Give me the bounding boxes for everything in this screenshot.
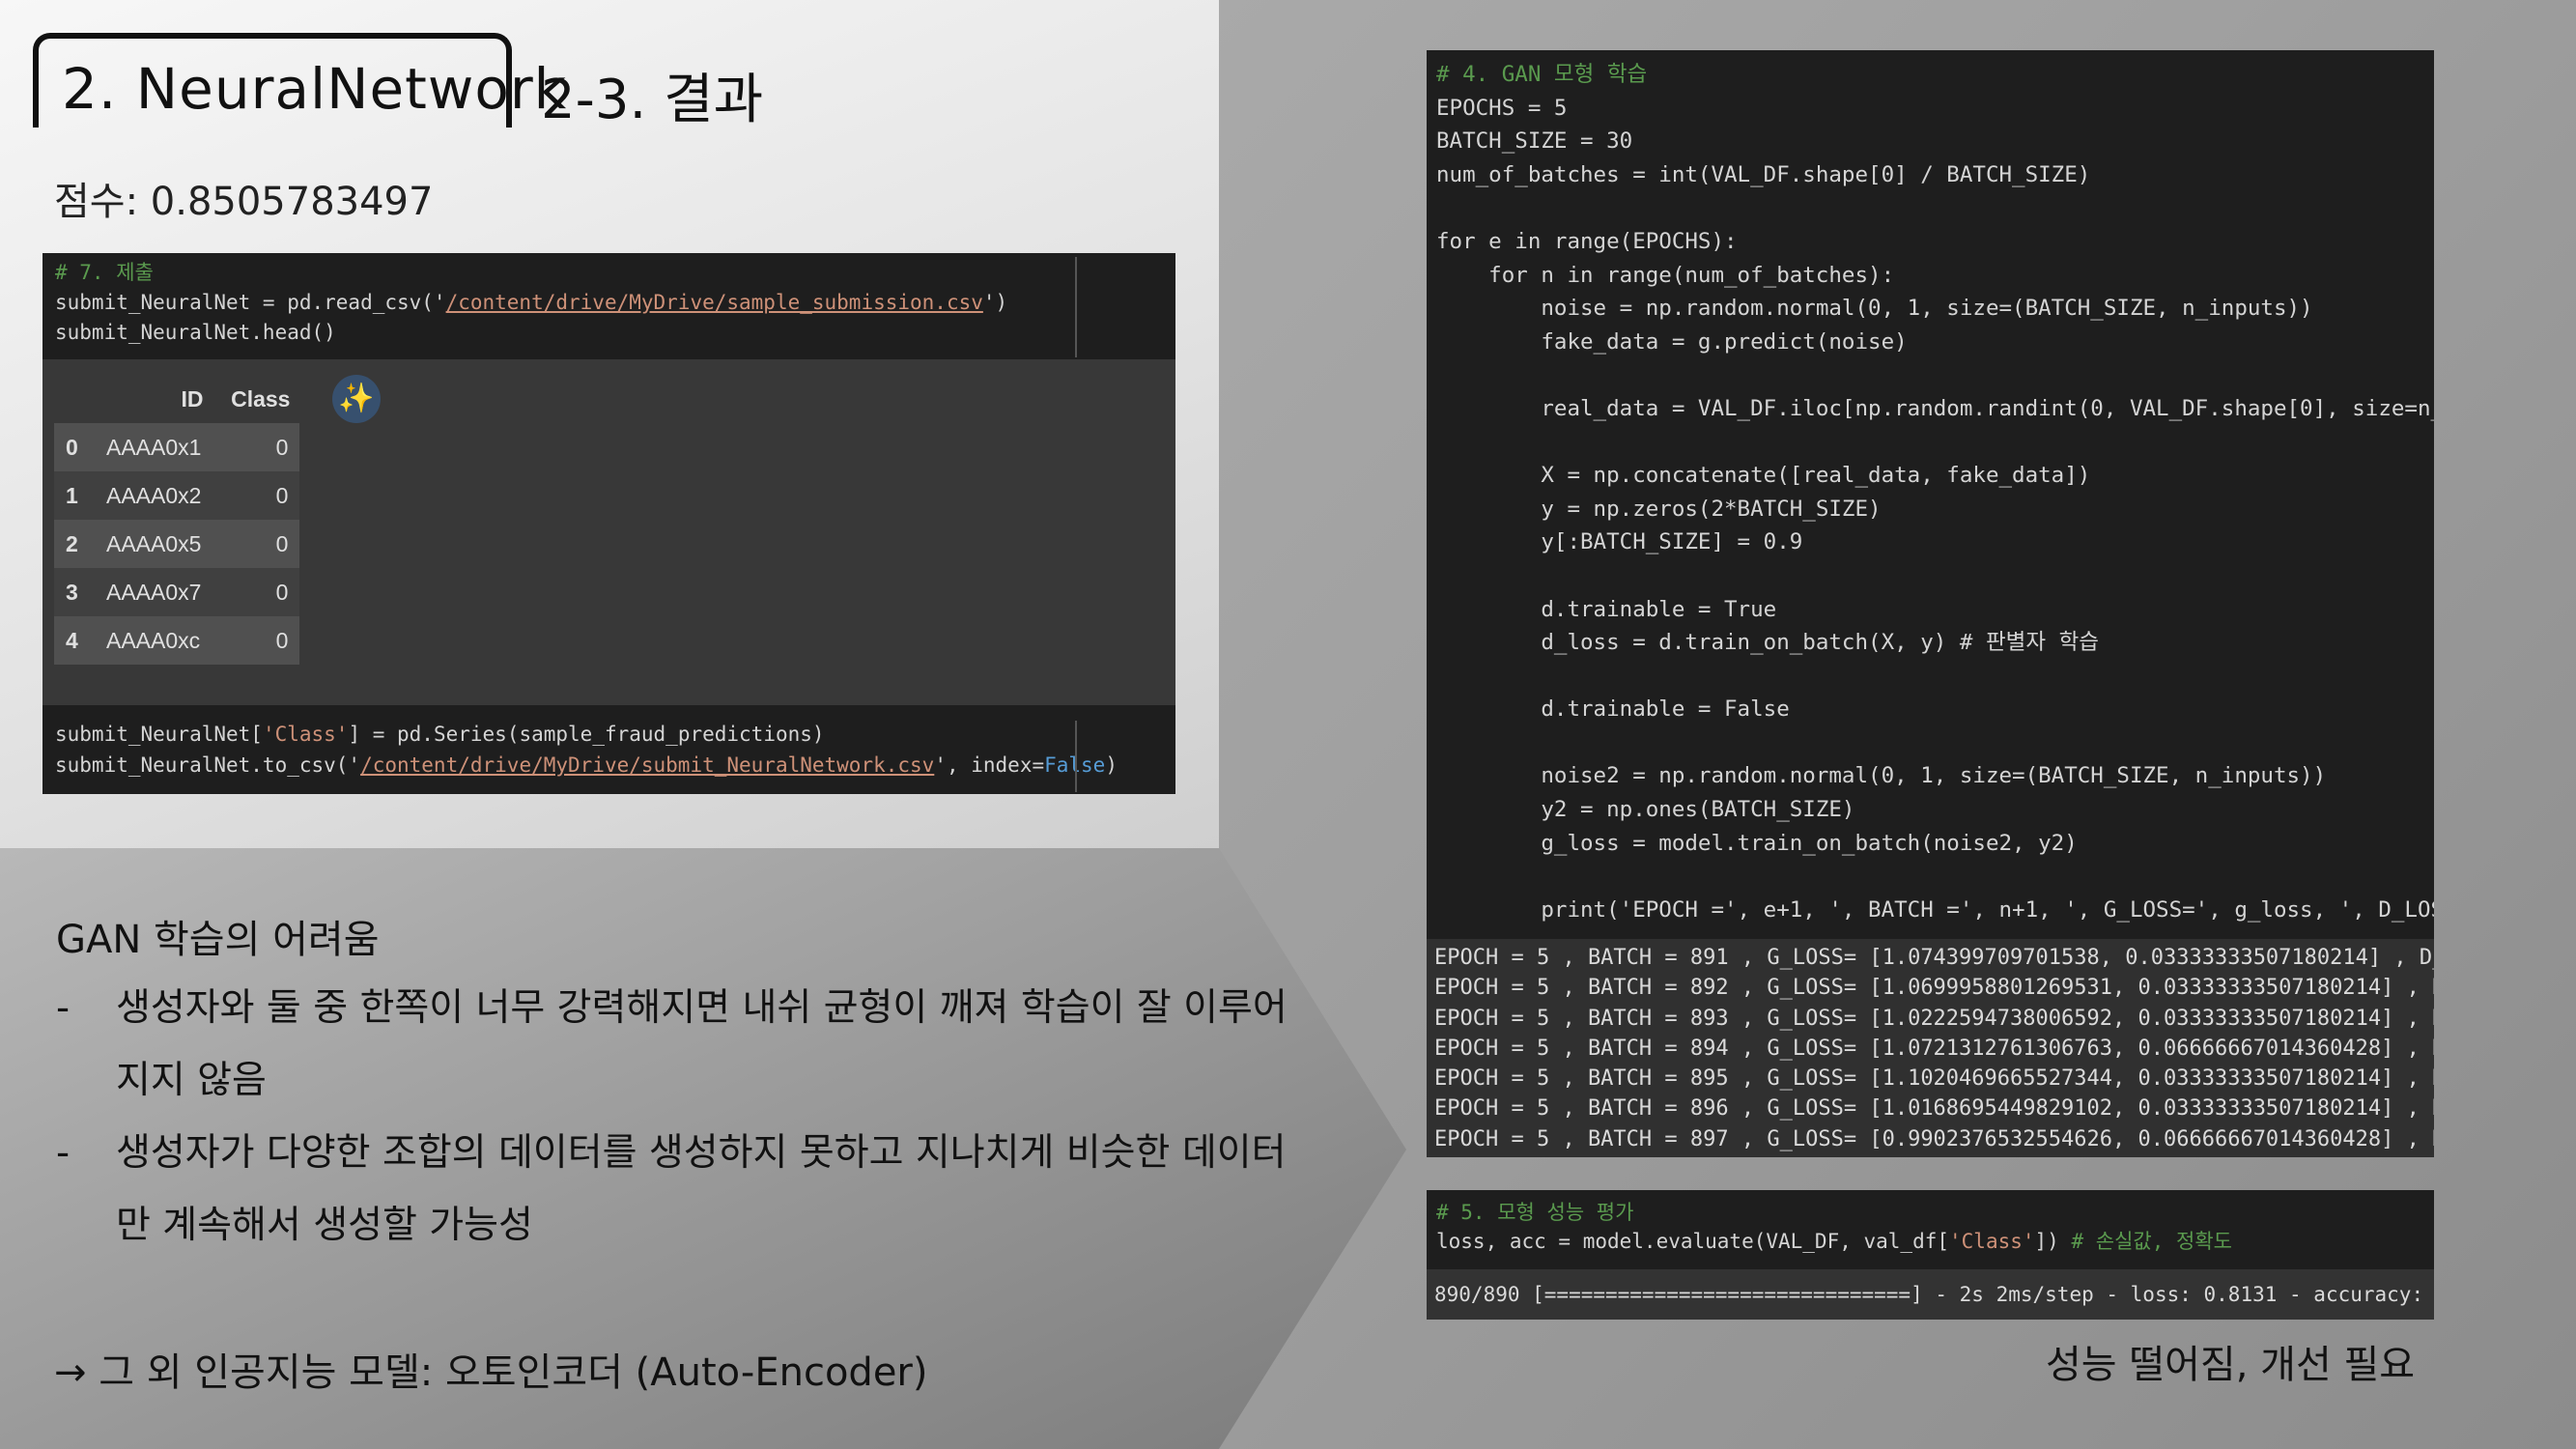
table-row: 2 AAAA0x5 0 (54, 520, 300, 568)
table-row: 0 AAAA0x1 0 (54, 423, 300, 471)
section-title: 2. NeuralNetwork (62, 56, 568, 122)
result-caption: 성능 떨어짐, 개선 필요 (2046, 1343, 2416, 1387)
code-line: d_loss = d.train_on_batch(X, y) # 판별자 학습 (1436, 630, 2099, 656)
cell-divider (1075, 257, 1077, 357)
csv-path-link[interactable]: /content/drive/MyDrive/sample_submission… (446, 291, 983, 314)
code-line: print('EPOCH =', e+1, ', BATCH =', n+1, … (1436, 896, 2434, 923)
output-line: EPOCH = 5 , BATCH = 897 , G_LOSS= [0.990… (1434, 1126, 2434, 1151)
save-csv-code-cell[interactable]: submit_NeuralNet['Class'] = pd.Series(sa… (42, 705, 1175, 794)
code-line: submit_NeuralNet = pd.read_csv('/content… (55, 291, 1008, 314)
code-line: submit_NeuralNet['Class'] = pd.Series(sa… (55, 723, 825, 746)
code-line: fake_data = g.predict(noise) (1436, 328, 1908, 355)
code-line: d.trainable = True (1436, 596, 1777, 622)
code-line: g_loss = model.train_on_batch(noise2, y2… (1436, 830, 2078, 856)
evaluate-output: 890/890 [==============================]… (1427, 1269, 2434, 1320)
code-line: d.trainable = False (1436, 696, 1790, 723)
code-line: X = np.concatenate([real_data, fake_data… (1436, 463, 2091, 489)
code-line: submit_NeuralNet.head() (55, 321, 336, 344)
code-line: num_of_batches = int(VAL_DF.shape[0] / B… (1436, 161, 2091, 187)
code-comment: # 7. 제출 (55, 261, 154, 284)
dataframe-table: ID Class 0 AAAA0x1 0 1 AAAA0x2 0 2 AAAA0… (54, 375, 300, 665)
code-line: # 4. GAN 모형 학습 (1436, 62, 1648, 87)
submit-code-cell[interactable]: # 7. 제출 submit_NeuralNet = pd.read_csv('… (42, 253, 1175, 359)
code-line: for e in range(EPOCHS): (1436, 228, 1738, 254)
bullet-text: 생성자와 둘 중 한쪽이 너무 강력해지면 내쉬 균형이 깨져 학습이 잘 이루… (116, 986, 1288, 1102)
code-line: BATCH_SIZE = 30 (1436, 128, 1633, 155)
footer-note: → 그 외 인공지능 모델: 오토인코더 (Auto-Encoder) (54, 1350, 928, 1395)
code-line: real_data = VAL_DF.iloc[np.random.randin… (1436, 395, 2434, 421)
table-header: Class (231, 385, 291, 412)
output-line: EPOCH = 5 , BATCH = 896 , G_LOSS= [1.016… (1434, 1096, 2434, 1122)
table-header: ID (181, 385, 204, 412)
cell-divider (1075, 721, 1077, 792)
table-row: 4 AAAA0xc 0 (54, 616, 300, 665)
code-line: y[:BATCH_SIZE] = 0.9 (1436, 529, 1803, 555)
output-line: EPOCH = 5 , BATCH = 894 , G_LOSS= [1.072… (1434, 1036, 2434, 1061)
output-line: EPOCH = 5 , BATCH = 892 , G_LOSS= [1.069… (1434, 976, 2434, 1001)
bullet-dash: - (56, 1131, 71, 1175)
code-comment: # 5. 모형 성능 평가 (1436, 1201, 1634, 1224)
magic-wand-icon[interactable]: ✨ (332, 375, 381, 423)
table-header (54, 375, 95, 423)
output-line: EPOCH = 5 , BATCH = 895 , G_LOSS= [1.102… (1434, 1066, 2434, 1092)
output-line: EPOCH = 5 , BATCH = 893 , G_LOSS= [1.022… (1434, 1006, 2434, 1031)
table-row: 1 AAAA0x2 0 (54, 471, 300, 520)
code-line: noise2 = np.random.normal(0, 1, size=(BA… (1436, 763, 2327, 789)
bullet-text: 생성자가 다양한 조합의 데이터를 생성하지 못하고 지나치게 비슷한 데이터만… (116, 1131, 1287, 1247)
subsection-title: 2-3. 결과 (541, 69, 764, 131)
code-line: submit_NeuralNet.to_csv('/content/drive/… (55, 753, 1118, 777)
training-output: EPOCH = 5 , BATCH = 891 , G_LOSS= [1.074… (1427, 939, 2434, 1157)
output-line: EPOCH = 5 , BATCH = 891 , G_LOSS= [1.074… (1434, 946, 2434, 970)
score-label: 점수: 0.8505783497 (54, 180, 434, 224)
code-line: EPOCHS = 5 (1436, 95, 1568, 121)
code-line: for n in range(num_of_batches): (1436, 262, 1895, 288)
code-line: y = np.zeros(2*BATCH_SIZE) (1436, 496, 1882, 522)
table-row: 3 AAAA0x7 0 (54, 568, 300, 616)
gan-training-code-cell[interactable]: # 4. GAN 모형 학습 EPOCHS = 5 BATCH_SIZE = 30 n… (1427, 50, 2434, 939)
csv-path-link[interactable]: /content/drive/MyDrive/submit_NeuralNetw… (360, 753, 934, 777)
bullet-dash: - (56, 986, 71, 1030)
evaluate-code-cell[interactable]: # 5. 모형 성능 평가 loss, acc = model.evaluate… (1427, 1190, 2434, 1269)
code-line: loss, acc = model.evaluate(VAL_DF, val_d… (1436, 1230, 2232, 1253)
code-line: noise = np.random.normal(0, 1, size=(BAT… (1436, 296, 2313, 322)
code-line: y2 = np.ones(BATCH_SIZE) (1436, 797, 1855, 823)
section-heading: GAN 학습의 어려움 (56, 918, 380, 962)
